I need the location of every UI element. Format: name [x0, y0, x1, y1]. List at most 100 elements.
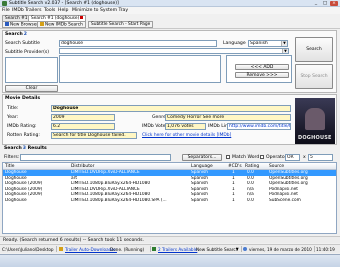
chevron-down-icon[interactable]: ▼	[236, 247, 239, 251]
menu-help[interactable]: Help	[58, 8, 68, 13]
tab-label: Search #1 (doghouse)	[31, 15, 80, 21]
rotten-rating-field: Search for title Doghouse failed.	[51, 132, 137, 139]
auto-download-state: Done. (Running)	[110, 246, 145, 252]
results-section-label-2: Results	[27, 146, 47, 151]
col-language[interactable]: Language	[191, 164, 213, 169]
imdb-rating-field: 6.2	[51, 123, 115, 130]
imdb-rating-label: IMDb Rating:	[7, 124, 37, 129]
language-value: Spanish	[250, 41, 268, 46]
minimize-button[interactable]: _	[312, 1, 320, 7]
year-label: Year:	[7, 115, 19, 120]
tab-label: Search #1	[5, 15, 28, 21]
table-row[interactable]: Doghouse LIMITED.1080p.BluRay.x264-HD1080…	[3, 198, 336, 204]
close-button[interactable]: ×	[330, 0, 338, 6]
results-table-header: Title Distributor Language #CD's Rating …	[3, 163, 336, 170]
new-subtitle-search-label[interactable]: New Subtitle Search	[196, 247, 238, 252]
match-word-checkbox[interactable]	[226, 155, 230, 159]
new-browser-label: New Browser	[10, 22, 39, 28]
match-word-label: Match Word	[232, 155, 260, 160]
menu-imdb[interactable]: IMDb	[12, 8, 24, 13]
date-text: viernes, 19 de marzo de 2010	[249, 246, 312, 252]
stop-search-button[interactable]: Stop Search	[295, 64, 333, 89]
clock-icon	[243, 246, 247, 251]
menu-bar: File IMDb Trailers Tools Help Minimize t…	[0, 7, 340, 14]
results-table[interactable]: Title Distributor Language #CD's Rating …	[2, 162, 337, 234]
col-cds[interactable]: #CD's	[228, 164, 242, 169]
window-title: Subtitle Search v2.037 - [Search #1 (dog…	[9, 0, 119, 6]
status-divider	[150, 246, 151, 252]
status-divider	[314, 246, 315, 252]
time-text: 11:40:19	[316, 246, 335, 252]
chevron-down-icon[interactable]: ▼	[282, 49, 288, 53]
count-prefix: x	[303, 155, 306, 160]
operator-select[interactable]: OR	[285, 154, 300, 161]
new-browser-button[interactable]: New Browser	[2, 21, 42, 28]
maximize-button[interactable]: □	[321, 1, 329, 7]
col-source[interactable]: Source	[269, 164, 284, 169]
document-tabs: Search #1 Search #1 (doghouse)	[0, 14, 340, 21]
title-label: Title:	[7, 106, 19, 111]
status-divider	[241, 246, 242, 252]
col-title[interactable]: Title	[5, 164, 14, 169]
search-section-title: Search2	[5, 32, 27, 37]
user-path: C:\Users\Juliano\Desktop	[2, 246, 54, 252]
more-details-link[interactable]: Click here for other movie details [IMDb…	[142, 133, 231, 138]
toolbar: New Browser New IMDb Search Subtitle Sea…	[0, 21, 340, 29]
results-panel: Search3 Results Filters: Separators... M…	[2, 146, 337, 235]
language-select[interactable]: Spanish ▼	[248, 40, 288, 47]
status-divider	[56, 246, 57, 252]
menu-minimize-tray[interactable]: Minimize to System Tray	[72, 8, 128, 13]
rotten-rating-label: Rotten Rating:	[7, 133, 40, 138]
providers-list[interactable]	[5, 57, 58, 83]
cell-language: Spanish	[191, 198, 208, 203]
year-field: 2009	[51, 114, 115, 121]
app-icon	[2, 1, 7, 6]
menu-trailers[interactable]: Trailers	[25, 8, 42, 13]
movie-details-title: Movie Details	[5, 96, 41, 101]
cell-cds: 1	[232, 198, 235, 203]
close-tab-icon[interactable]	[80, 15, 84, 19]
poster-title: DOGHOUSE	[298, 135, 332, 141]
trailers-available-link[interactable]: 2 Trailers Available	[158, 247, 197, 252]
browser-icon	[5, 22, 9, 26]
search-panel: Search2 Search Subtitle doghouse Languag…	[2, 30, 337, 93]
operator-label: Operator	[266, 155, 287, 160]
col-rating[interactable]: Rating	[245, 164, 259, 169]
window-titlebar: Subtitle Search v2.037 - [Search #1 (dog…	[0, 0, 340, 7]
search-subtitle-label: Search Subtitle	[5, 41, 40, 46]
menu-file[interactable]: File	[2, 8, 10, 13]
separators-button[interactable]: Separators...	[182, 154, 222, 161]
col-distributor[interactable]: Distributor	[71, 164, 94, 169]
add-provider-button[interactable]: <<< ADD	[235, 64, 289, 70]
bottom-status-bar: C:\Users\Juliano\Desktop Trailer Auto-Do…	[0, 244, 340, 253]
count-value: 5	[310, 155, 313, 160]
status-bar: Ready. (Search returned 6 results) -- Se…	[0, 236, 340, 243]
start-page-tab[interactable]: Subtitle Search - Start Page	[88, 21, 154, 28]
genre-field: Comedy Horror See more	[165, 114, 291, 121]
results-section-label: Search	[4, 146, 22, 151]
new-imdb-search-button[interactable]: New IMDb Search	[37, 21, 86, 28]
selected-providers-list[interactable]	[59, 55, 221, 83]
movie-details-panel: Movie Details Title: Doghouse Year: 2009…	[2, 94, 337, 145]
clear-button[interactable]: Clear	[5, 85, 58, 92]
menu-tools[interactable]: Tools	[44, 8, 55, 13]
chevron-down-icon[interactable]: ▼	[281, 41, 287, 46]
imdb-link-field[interactable]: http://www.imdb.com/title/tt1...	[227, 123, 291, 130]
operator-checkbox[interactable]	[260, 155, 264, 159]
provider-select[interactable]: ▼	[59, 48, 289, 54]
imdb-votes-field: 1,076 votes	[165, 123, 206, 130]
movie-poster[interactable]: DOGHOUSE	[295, 98, 335, 144]
download-icon	[59, 246, 63, 251]
status-text: Ready. (Search returned 6 results) -- Se…	[3, 238, 144, 243]
count-spinner[interactable]: 5	[308, 154, 333, 161]
trailer-icon	[152, 246, 156, 251]
search-button[interactable]: Search	[295, 37, 333, 62]
title-field: Doghouse	[51, 105, 291, 112]
poster-figure	[305, 108, 325, 130]
cell-source: SubScene.com	[269, 198, 301, 203]
search-subtitle-input[interactable]: doghouse	[59, 40, 217, 47]
start-page-label: Subtitle Search - Start Page	[91, 22, 151, 27]
remove-provider-button[interactable]: Remove >>>	[235, 72, 289, 78]
new-imdb-label: New IMDb Search	[45, 22, 83, 28]
filters-input[interactable]	[20, 154, 171, 161]
